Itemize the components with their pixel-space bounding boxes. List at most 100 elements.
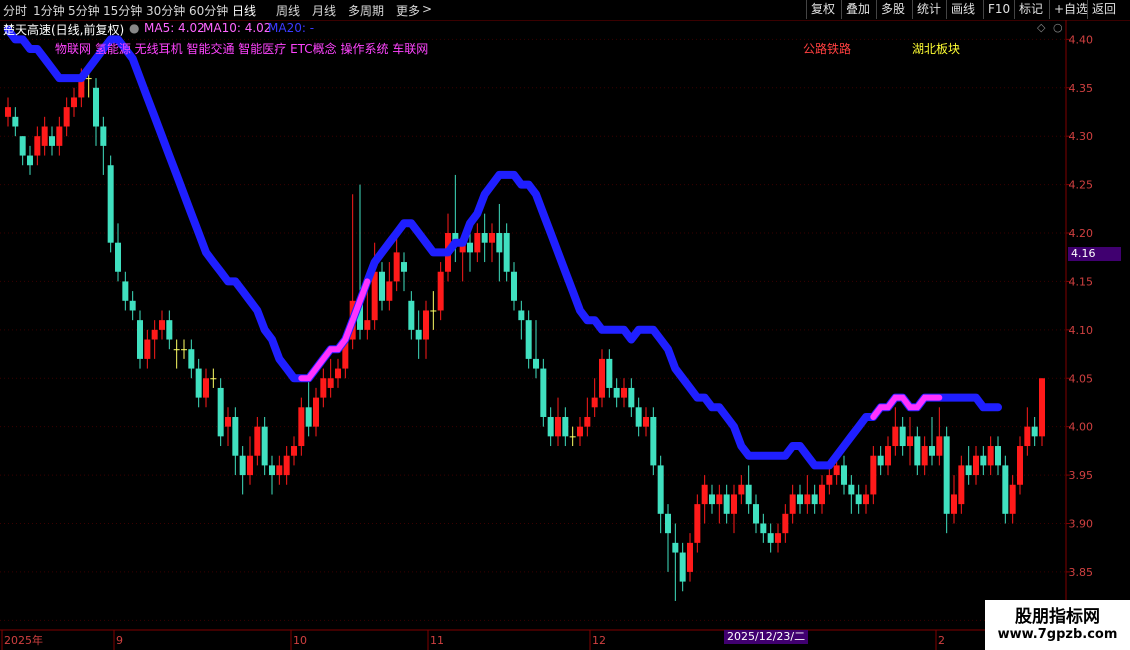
diamond-icon[interactable]: ◇ [1037,21,1045,34]
candle-body [929,446,935,456]
candle-body [276,465,283,476]
candle-body [63,107,70,127]
toolbar-button-8[interactable]: 返回 [1087,0,1120,19]
candle-body [848,484,855,495]
candle-body [467,242,473,253]
candle-body [951,494,957,514]
toolbar-button-7[interactable]: +自选 [1049,0,1092,19]
y-tick-label: 3.85 [1069,566,1094,579]
candle-body [291,446,297,456]
period-tab-0[interactable]: 分时 [3,2,27,19]
candle-body [327,378,334,388]
candle-body [577,426,583,437]
candle-body [855,494,862,505]
toolbar-button-1[interactable]: 叠加 [841,0,874,19]
candle-body [745,484,752,505]
period-tab-7[interactable]: 周线 [276,2,300,19]
region-tag: 湖北板块 [912,42,961,56]
candle-body [562,416,569,437]
period-tab-3[interactable]: 15分钟 [103,2,142,19]
candle-body [863,494,869,505]
candle-body [5,107,11,117]
candle-body [621,387,627,398]
candle-body [826,475,833,485]
candle-body [393,252,400,282]
candle-body [503,233,510,272]
candle-body [129,300,136,311]
toolbar-button-3[interactable]: 统计 [912,0,945,19]
candle-body [217,387,224,437]
period-tab-4[interactable]: 30分钟 [146,2,185,19]
toolbar-button-5[interactable]: F10 [983,0,1014,19]
candle-body [481,233,488,243]
candle-body [540,368,547,417]
candle-body [980,455,987,466]
x-tick-label: 12 [592,634,606,647]
candle-body [716,494,723,505]
candle-body [569,436,576,438]
candle-body [41,126,48,146]
candle-body [12,116,19,127]
toolbar-button-6[interactable]: 标记 [1014,0,1047,19]
candle-body [423,310,429,340]
period-tab-5[interactable]: 60分钟 [189,2,228,19]
candle-body [1024,426,1031,447]
candle-body [56,126,63,146]
candle-body [687,542,693,572]
candle-body [657,465,664,514]
y-tick-label: 4.15 [1069,275,1094,288]
candle-body [85,78,92,80]
candle-body [1002,465,1009,514]
stock-title: 楚天高速(日线,前复权) [3,23,125,37]
candle-body [885,446,891,466]
ma20-line [4,25,1002,470]
watermark-url: www.7gpzb.com [997,627,1118,642]
candle-body [723,494,730,514]
candle-body [489,233,495,243]
indicator-settings-icon[interactable]: ● [129,21,139,35]
ma20-value: MA20: - [268,21,315,35]
period-tab-2[interactable]: 5分钟 [68,2,100,19]
period-toolbar: 分时 1分钟 5分钟 15分钟 30分钟 60分钟 日线 周线 月线 多周期 更多 > 复权 叠加 多股 统计… [0,0,1130,21]
more-chevron-icon[interactable]: > [422,2,432,16]
period-tab-10[interactable]: 更多 [396,2,420,19]
candle-body [159,320,165,330]
candle-body [936,436,943,456]
period-tab-1[interactable]: 1分钟 [33,2,65,19]
candle-body [474,233,481,253]
candle-body [320,378,327,398]
y-tick-label: 4.40 [1069,33,1094,46]
period-tab-8[interactable]: 月线 [312,2,336,19]
candle-body [261,426,268,466]
watermark-name: 股朋指标网 [1015,607,1100,627]
toolbar-button-2[interactable]: 多股 [876,0,909,19]
candle-body [137,320,143,359]
y-tick-label: 3.95 [1069,469,1094,482]
x-tick-label: 2025年 [4,633,43,647]
toolbar-button-4[interactable]: 画线 [946,0,979,19]
candle-body [93,87,99,127]
y-tick-label: 4.20 [1069,227,1094,240]
circle-icon[interactable]: ○ [1053,21,1063,34]
period-tab-9[interactable]: 多周期 [348,2,384,19]
candle-body [709,494,715,505]
candle-body [833,465,840,476]
candle-body [173,349,180,351]
candle-body [606,358,613,388]
candle-body [511,271,517,301]
candle-body [371,271,378,321]
ma5-value: MA5: 4.02 [144,21,205,35]
candle-body [775,533,781,543]
candle-body [210,378,217,380]
candle-body [965,465,972,476]
period-tab-6[interactable]: 日线 [232,2,256,19]
kline-chart: 4.40 4.35 4.30 4.25 4.20 4.15 4.10 4.05 4.00 3.95… [0,20,1130,650]
y-tick-label: 4.10 [1069,324,1094,337]
candle-body [819,484,825,505]
candle-body [71,97,77,108]
candle-body [738,484,745,495]
candle-body [232,416,239,456]
candle-body [525,320,532,359]
candle-body [19,136,26,156]
toolbar-button-0[interactable]: 复权 [806,0,839,19]
